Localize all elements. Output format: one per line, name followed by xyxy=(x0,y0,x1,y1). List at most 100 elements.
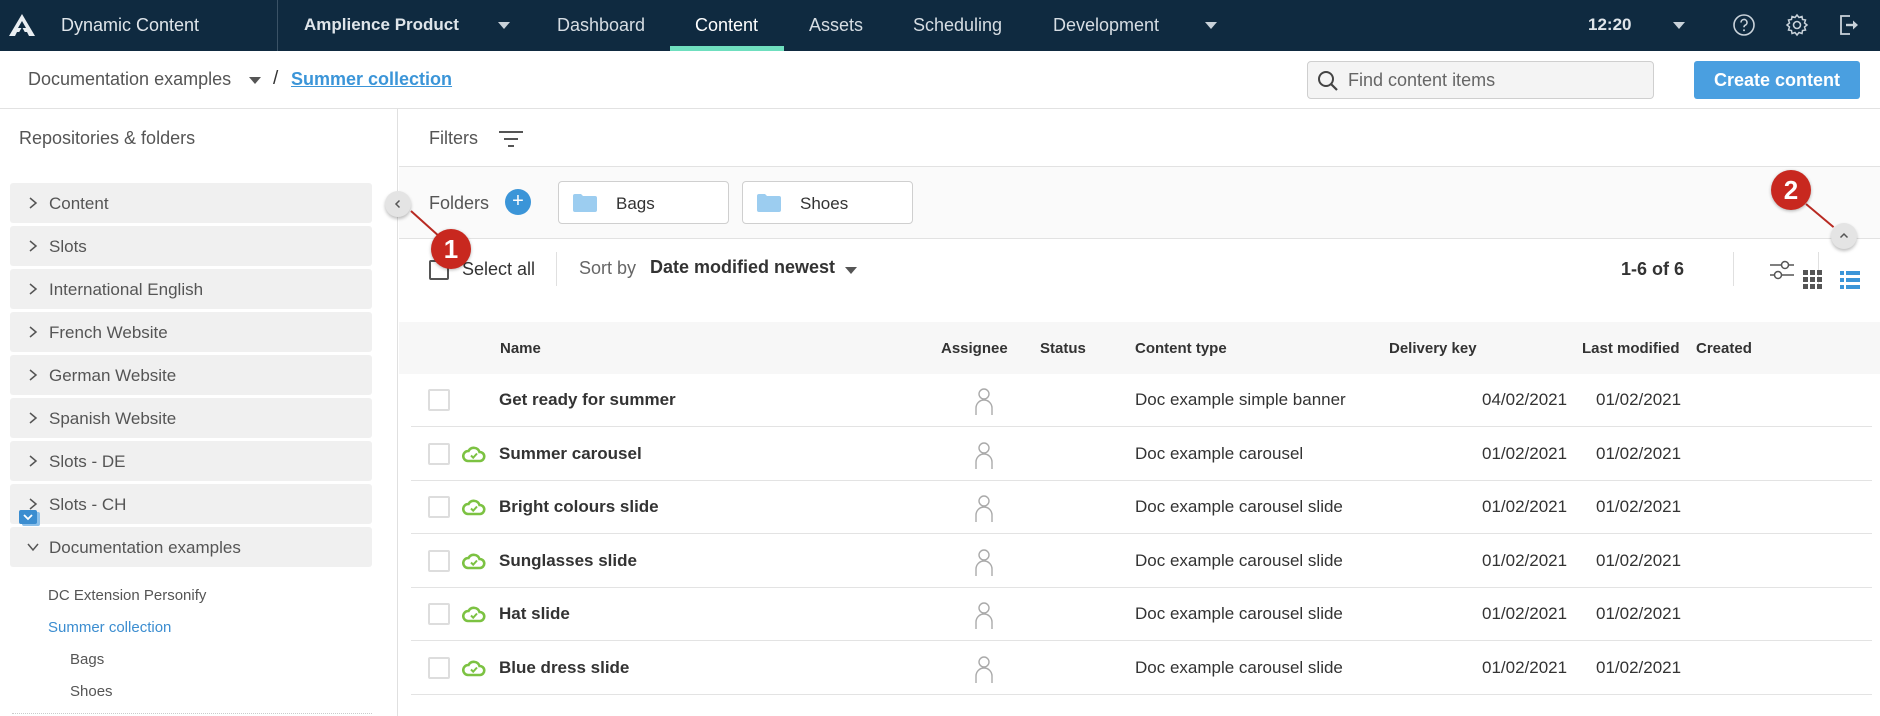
sidebar-item-slots[interactable]: Slots xyxy=(10,226,372,266)
table-row[interactable]: Blue dress slide Doc example carousel sli… xyxy=(411,641,1872,695)
collapse-sidebar-button[interactable] xyxy=(385,191,411,217)
search-icon xyxy=(1318,71,1338,91)
folder-item-shoes[interactable]: Shoes xyxy=(70,683,113,700)
divider xyxy=(12,713,372,714)
item-name[interactable]: Bright colours slide xyxy=(499,497,659,517)
item-name[interactable]: Get ready for summer xyxy=(499,390,676,410)
sidebar-item-international-english[interactable]: International English xyxy=(10,269,372,309)
published-cloud-icon xyxy=(462,553,486,569)
folder-icon xyxy=(573,194,597,212)
hub-selector[interactable]: Amplience Product xyxy=(304,15,459,35)
repository-dropdown-caret-icon[interactable] xyxy=(249,77,261,84)
folder-icon xyxy=(757,194,781,212)
column-header-assignee[interactable]: Assignee xyxy=(941,340,1008,357)
item-content-type: Doc example carousel slide xyxy=(1135,657,1343,677)
sidebar-item-slots-de[interactable]: Slots - DE xyxy=(10,441,372,481)
tab-dashboard[interactable]: Dashboard xyxy=(557,15,645,36)
sidebar-item-french-website[interactable]: French Website xyxy=(10,312,372,352)
column-header-created[interactable]: Created xyxy=(1696,340,1752,357)
add-folder-button[interactable]: + xyxy=(505,189,531,215)
item-name[interactable]: Hat slide xyxy=(499,604,570,624)
filters-toggle[interactable]: Filters xyxy=(429,128,478,149)
row-checkbox[interactable] xyxy=(428,442,450,465)
column-header-last-modified[interactable]: Last modified xyxy=(1582,340,1680,357)
table-row[interactable]: Bright colours slide Doc example carousel… xyxy=(411,481,1872,534)
chevron-up-icon xyxy=(1839,232,1849,239)
table-row[interactable]: Sunglasses slide Doc example carousel sli… xyxy=(411,534,1872,588)
unassigned-user-icon[interactable] xyxy=(973,386,995,416)
settings-gear-icon[interactable] xyxy=(1784,12,1810,38)
select-all-label[interactable]: Select all xyxy=(462,259,535,280)
chevron-right-icon xyxy=(29,197,38,209)
help-icon[interactable] xyxy=(1731,12,1757,38)
column-header-content-type[interactable]: Content type xyxy=(1135,340,1227,357)
unassigned-user-icon[interactable] xyxy=(973,493,995,523)
column-header-status[interactable]: Status xyxy=(1040,340,1086,357)
item-created: 01/02/2021 xyxy=(1596,550,1682,570)
item-last-modified: 01/02/2021 xyxy=(1482,497,1568,516)
tab-content[interactable]: Content xyxy=(695,15,758,36)
sidebar-item-german-website[interactable]: German Website xyxy=(10,355,372,395)
filter-icon[interactable] xyxy=(498,129,524,149)
item-name[interactable]: Summer carousel xyxy=(499,444,642,464)
row-checkbox[interactable] xyxy=(428,496,450,518)
sort-dropdown-caret-icon[interactable] xyxy=(845,267,857,274)
folder-item-bags[interactable]: Bags xyxy=(70,651,104,668)
tab-development[interactable]: Development xyxy=(1053,15,1159,36)
amplience-logo-icon xyxy=(9,14,35,36)
row-checkbox[interactable] xyxy=(428,389,450,411)
folder-item-dc-extension-personify[interactable]: DC Extension Personify xyxy=(48,587,206,604)
sidebar-item-label: Documentation examples xyxy=(49,538,241,557)
sort-by-label: Sort by xyxy=(579,258,637,278)
unassigned-user-icon[interactable] xyxy=(973,600,995,630)
chevron-left-icon xyxy=(394,199,401,209)
row-checkbox[interactable] xyxy=(428,603,450,625)
unassigned-user-icon[interactable] xyxy=(973,547,995,577)
column-header-name[interactable]: Name xyxy=(500,340,541,357)
tab-scheduling[interactable]: Scheduling xyxy=(913,15,1002,36)
annotation-marker-2: 2 xyxy=(1771,170,1811,210)
row-checkbox[interactable] xyxy=(428,549,450,572)
repositories-sidebar: Repositories & folders Content Slots Int… xyxy=(0,109,398,716)
item-created: 01/02/2021 xyxy=(1596,604,1682,623)
item-name[interactable]: Sunglasses slide xyxy=(499,551,637,571)
breadcrumb-repository[interactable]: Documentation examples xyxy=(28,69,231,90)
item-name[interactable]: Blue dress slide xyxy=(499,658,629,678)
search-box[interactable] xyxy=(1307,61,1654,99)
more-tabs-caret-icon[interactable] xyxy=(1205,22,1217,29)
sidebar-item-slots-ch[interactable]: Slots - CH xyxy=(10,484,372,524)
grid-view-icon[interactable] xyxy=(1803,270,1823,290)
folder-chip-bags[interactable]: Bags xyxy=(558,181,729,224)
item-last-modified: 01/02/2021 xyxy=(1482,443,1568,463)
search-input[interactable] xyxy=(1348,62,1648,98)
column-settings-icon[interactable] xyxy=(1769,258,1795,282)
table-row[interactable]: Get ready for summer Doc example simple b… xyxy=(411,374,1872,427)
divider xyxy=(556,252,557,286)
item-last-modified: 01/02/2021 xyxy=(1482,604,1568,623)
clock-dropdown-caret-icon[interactable] xyxy=(1673,22,1685,29)
unassigned-user-icon[interactable] xyxy=(973,654,995,684)
table-row[interactable]: Hat slide Doc example carousel slide 01/02… xyxy=(411,588,1872,641)
sidebar-item-spanish-website[interactable]: Spanish Website xyxy=(10,398,372,438)
sidebar-item-documentation-examples[interactable]: Documentation examples xyxy=(10,527,372,567)
folder-item-summer-collection[interactable]: Summer collection xyxy=(48,619,171,636)
item-created: 01/02/2021 xyxy=(1596,390,1682,409)
table-row[interactable]: Summer carousel Doc example carousel 01/02… xyxy=(411,427,1872,481)
unassigned-user-icon[interactable] xyxy=(973,440,995,470)
chevron-right-icon xyxy=(29,240,38,252)
breadcrumb-current-folder[interactable]: Summer collection xyxy=(291,69,452,90)
sidebar-item-content[interactable]: Content xyxy=(10,183,372,223)
collapse-folders-button[interactable] xyxy=(1831,223,1857,249)
item-content-type: Doc example carousel slide xyxy=(1135,497,1343,516)
column-header-delivery-key[interactable]: Delivery key xyxy=(1389,340,1477,357)
folder-chip-shoes[interactable]: Shoes xyxy=(742,181,913,224)
sidebar-title: Repositories & folders xyxy=(19,128,196,148)
list-view-icon[interactable] xyxy=(1840,270,1860,290)
chevron-right-icon xyxy=(29,326,38,338)
row-checkbox[interactable] xyxy=(428,656,450,679)
sort-select[interactable]: Date modified newest xyxy=(650,257,835,278)
create-content-button[interactable]: Create content xyxy=(1694,61,1860,99)
hub-dropdown-caret-icon[interactable] xyxy=(498,22,510,29)
logout-icon[interactable] xyxy=(1836,12,1862,38)
tab-assets[interactable]: Assets xyxy=(809,15,863,36)
